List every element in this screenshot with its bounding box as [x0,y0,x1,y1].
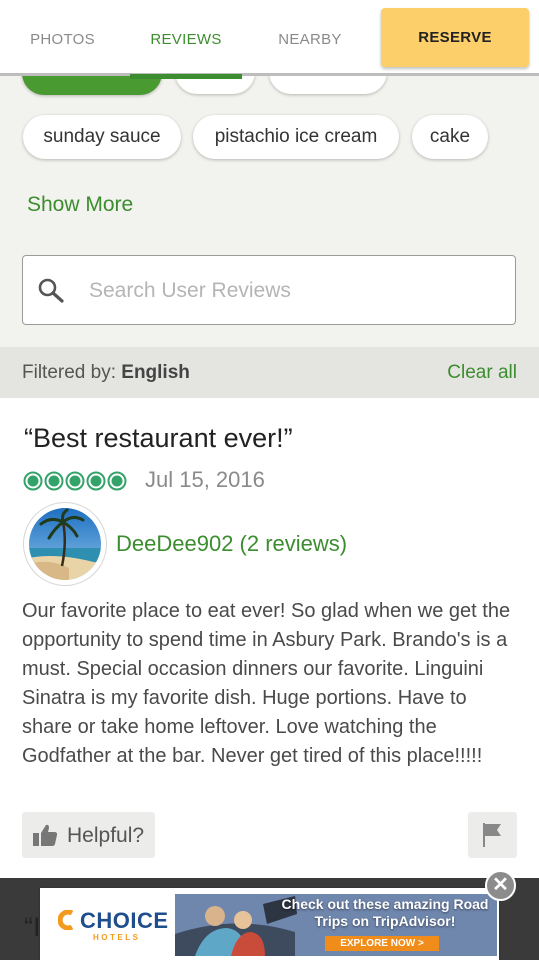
clear-all-link[interactable]: Clear all [447,362,517,384]
reserve-button[interactable]: RESERVE [381,8,529,67]
search-icon [38,278,64,303]
reviewer-name-link[interactable]: DeeDee902 (2 reviews) [116,531,347,557]
rating-bubbles [23,471,127,491]
review-title[interactable]: “Best restaurant ever!” [24,423,293,454]
filter-prefix: Filtered by: [22,362,116,383]
keyword-chip[interactable]: cake [412,115,488,159]
tab-photos[interactable]: PHOTOS [0,0,125,76]
next-review-title: “I [24,912,41,942]
ad-brand-sub: HOTELS [93,933,141,942]
ad-banner[interactable]: CHOICE HOTELS Check out these amazing Ro… [40,888,499,960]
flag-icon [483,823,501,847]
helpful-label: Helpful? [67,824,145,847]
avatar[interactable] [24,503,106,585]
review-card: “Best restaurant ever!” Jul 15, 2016 Dee… [0,398,539,878]
filter-label: Filtered by: English [22,362,190,384]
review-date: Jul 15, 2016 [145,467,265,492]
search-input[interactable] [87,256,501,325]
filter-bar: Filtered by: English Clear all [0,347,539,398]
avatar-beach-image [29,508,101,580]
search-box[interactable] [22,255,516,325]
ad-brand: CHOICE [80,908,169,933]
ad-explore-button[interactable]: EXPLORE NOW > [325,936,439,951]
keyword-chip[interactable]: sunday sauce [23,115,181,159]
ad-close-button[interactable]: ✕ [485,870,516,901]
ad-headline: Check out these amazing Road Trips on Tr… [281,896,489,929]
ad-image: Check out these amazing Road Trips on Tr… [175,894,497,956]
review-body: Our favorite place to eat ever! So glad … [22,600,511,767]
report-flag-button[interactable] [468,812,517,858]
show-more-link[interactable]: Show More [27,193,133,217]
tab-nearby[interactable]: NEARBY [255,0,365,76]
tab-reviews[interactable]: REVIEWS [130,0,242,79]
choice-hotels-logo-icon [58,910,74,930]
top-tab-bar: PHOTOS REVIEWS NEARBY RESERVE [0,0,539,79]
keyword-chip[interactable]: pistachio ice cream [193,115,399,159]
helpful-button[interactable]: Helpful? [22,812,155,858]
thumbs-up-icon [33,824,58,846]
filter-value: English [121,362,190,383]
